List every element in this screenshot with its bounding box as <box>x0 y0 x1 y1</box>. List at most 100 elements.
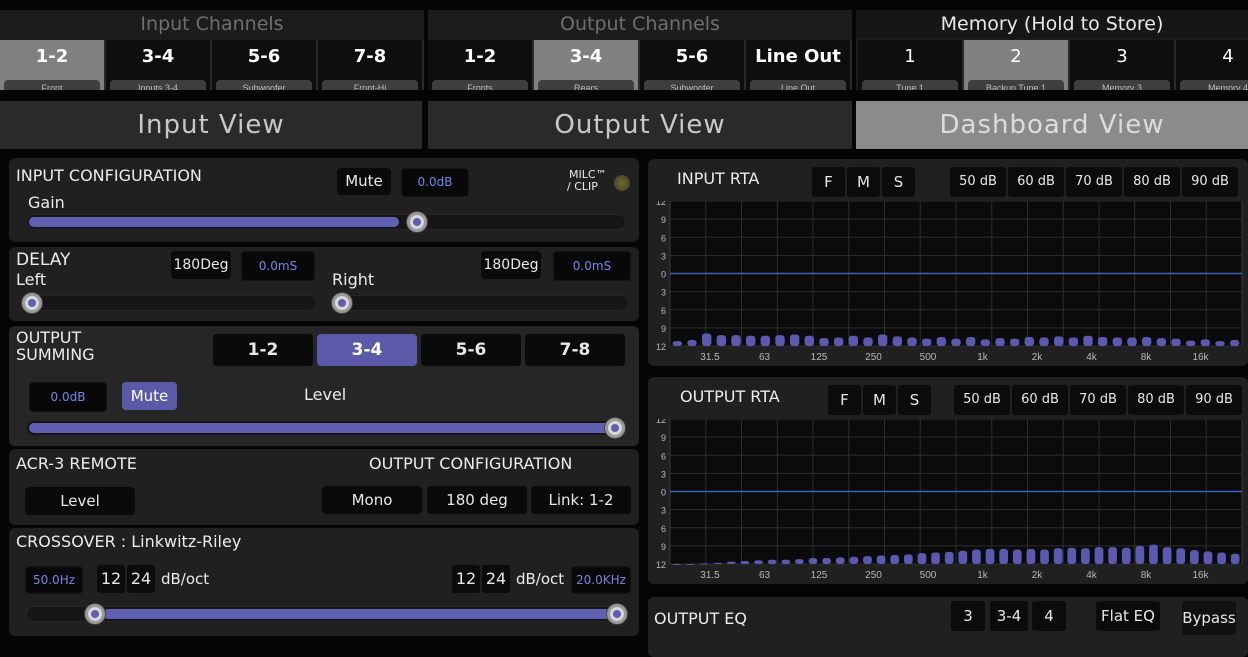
hp-slope-24[interactable]: 24 <box>127 565 155 593</box>
eq-channel-3[interactable]: 3 <box>951 601 985 631</box>
memory-name: Memory 4 <box>1180 80 1248 90</box>
input-rta-range-70[interactable]: 70 dB <box>1066 167 1122 197</box>
right-phase-button[interactable]: 180Deg <box>481 251 541 279</box>
input-rta-mode-m[interactable]: M <box>847 167 880 197</box>
output-eq-title: OUTPUT EQ <box>654 609 747 628</box>
link-button[interactable]: Link: 1-2 <box>531 486 631 514</box>
rta-bar <box>848 335 859 346</box>
rta-x-tick: 4k <box>1086 570 1098 581</box>
rta-bar <box>687 339 697 346</box>
input-rta-range-50[interactable]: 50 dB <box>950 167 1006 197</box>
input-channel-5-6[interactable]: 5-6 Subwoofer <box>212 40 318 90</box>
lowpass-handle[interactable] <box>607 604 627 624</box>
highpass-frequency[interactable]: 50.0Hz <box>25 566 83 594</box>
input-rta-range-90[interactable]: 90 dB <box>1182 167 1238 197</box>
output-rta-mode-m[interactable]: M <box>863 385 896 415</box>
crossover-slider[interactable] <box>26 604 627 624</box>
eq-channel-4[interactable]: 4 <box>1032 601 1066 631</box>
summing-channel-1-2[interactable]: 1-2 <box>213 334 313 366</box>
output-rta-range-90[interactable]: 90 dB <box>1186 385 1242 415</box>
memory-1[interactable]: 1 Tune 1 <box>858 40 964 90</box>
left-phase-button[interactable]: 180Deg <box>171 251 231 279</box>
summing-level-value[interactable]: 0.0dB <box>29 382 107 412</box>
input-rta-range-80[interactable]: 80 dB <box>1124 167 1180 197</box>
tab-output-view[interactable]: Output View <box>428 101 852 149</box>
left-delay-value[interactable]: 0.0mS <box>241 251 315 281</box>
output-channel-1-2[interactable]: 1-2 Fronts <box>428 40 534 90</box>
memory-3[interactable]: 3 Memory 3 <box>1070 40 1176 90</box>
gain-slider[interactable] <box>26 212 626 232</box>
eq-channel-3-4[interactable]: 3-4 <box>990 601 1028 631</box>
output-channel-5-6[interactable]: 5-6 Subwoofer <box>640 40 746 90</box>
right-delay-slider[interactable] <box>331 293 629 313</box>
tab-input-view[interactable]: Input View <box>0 101 422 149</box>
lp-slope-unit: dB/oct <box>516 570 565 588</box>
rta-x-tick: 2k <box>1032 352 1044 363</box>
output-channel-3-4[interactable]: 3-4 Rears <box>534 40 640 90</box>
summing-level-slider[interactable] <box>26 418 626 438</box>
input-channel-3-4[interactable]: 3-4 Inputs 3-4 <box>106 40 212 90</box>
output-summing-panel: OUTPUT SUMMING 1-2 3-4 5-6 7-8 0.0dB Mut… <box>9 326 639 446</box>
input-rta-title: INPUT RTA <box>677 169 760 188</box>
rta-bar <box>1185 340 1196 346</box>
rta-bar <box>863 337 873 346</box>
summing-mute-button[interactable]: Mute <box>122 382 177 410</box>
rta-bar <box>921 338 932 346</box>
rta-x-tick: 250 <box>865 570 882 581</box>
rta-bar <box>995 338 1005 346</box>
output-rta-range-50[interactable]: 50 dB <box>954 385 1010 415</box>
output-rta-range-60[interactable]: 60 dB <box>1012 385 1068 415</box>
rta-x-tick: 8k <box>1141 570 1153 581</box>
rta-bar <box>877 334 888 346</box>
highpass-handle[interactable] <box>85 604 105 624</box>
bypass-button[interactable]: Bypass <box>1182 601 1236 635</box>
input-rta-mode-f[interactable]: F <box>812 167 845 197</box>
rta-y-tick: 3 <box>661 469 666 479</box>
gain-slider-handle[interactable] <box>407 212 427 232</box>
phase-180-button[interactable]: 180 deg <box>427 486 527 514</box>
lowpass-frequency[interactable]: 20.0KHz <box>571 566 631 594</box>
rta-bar <box>1189 550 1199 564</box>
summing-channel-5-6[interactable]: 5-6 <box>421 334 521 366</box>
summing-level-label: Level <box>304 385 347 404</box>
lp-slope-12[interactable]: 12 <box>452 565 480 593</box>
summing-channel-3-4[interactable]: 3-4 <box>317 334 417 366</box>
lp-slope-24[interactable]: 24 <box>482 565 510 593</box>
mono-button[interactable]: Mono <box>322 486 422 514</box>
output-channel-line-out[interactable]: Line Out Line Out <box>746 40 852 90</box>
input-mute-button[interactable]: Mute <box>337 168 391 195</box>
output-eq-panel: OUTPUT EQ 3 3-4 4 Flat EQ Bypass <box>648 597 1248 657</box>
rta-x-tick: 8k <box>1141 352 1153 363</box>
input-rta-mode-s[interactable]: S <box>882 167 915 197</box>
acr-remote-level-button[interactable]: Level <box>25 487 135 515</box>
right-delay-handle[interactable] <box>332 293 352 313</box>
rta-y-tick: 9 <box>661 542 666 552</box>
rta-bar <box>767 559 777 564</box>
memory-4[interactable]: 4 Memory 4 <box>1176 40 1248 90</box>
output-rta-mode-s[interactable]: S <box>898 385 931 415</box>
rta-bar <box>917 553 927 564</box>
left-delay-slider[interactable] <box>21 293 317 313</box>
rta-y-tick: 3 <box>661 288 666 298</box>
input-rta-panel: INPUT RTA F M S 50 dB 60 dB 70 dB 80 dB … <box>648 159 1248 366</box>
input-gain-value[interactable]: 0.0dB <box>401 168 469 197</box>
summing-channel-7-8[interactable]: 7-8 <box>525 334 625 366</box>
tab-dashboard-view[interactable]: Dashboard View <box>856 101 1248 149</box>
summing-level-handle[interactable] <box>605 418 625 438</box>
right-delay-value[interactable]: 0.0mS <box>553 251 631 281</box>
output-rta-range-70[interactable]: 70 dB <box>1070 385 1126 415</box>
channel-number: 1-2 <box>35 46 69 67</box>
memory-name: Tune 1 <box>862 80 958 90</box>
hp-slope-12[interactable]: 12 <box>97 565 125 593</box>
memory-number: 2 <box>1010 46 1022 67</box>
flat-eq-button[interactable]: Flat EQ <box>1096 601 1160 631</box>
output-rta-range-80[interactable]: 80 dB <box>1128 385 1184 415</box>
rta-bar <box>1230 553 1240 564</box>
input-channel-1-2[interactable]: 1-2 Front <box>0 40 106 90</box>
memory-2[interactable]: 2 Backup Tune 1 <box>964 40 1070 90</box>
input-rta-range-60[interactable]: 60 dB <box>1008 167 1064 197</box>
rta-bar <box>958 550 968 564</box>
left-delay-handle[interactable] <box>22 293 42 313</box>
input-channel-7-8[interactable]: 7-8 Front-Hi <box>318 40 424 90</box>
output-rta-mode-f[interactable]: F <box>828 385 861 415</box>
